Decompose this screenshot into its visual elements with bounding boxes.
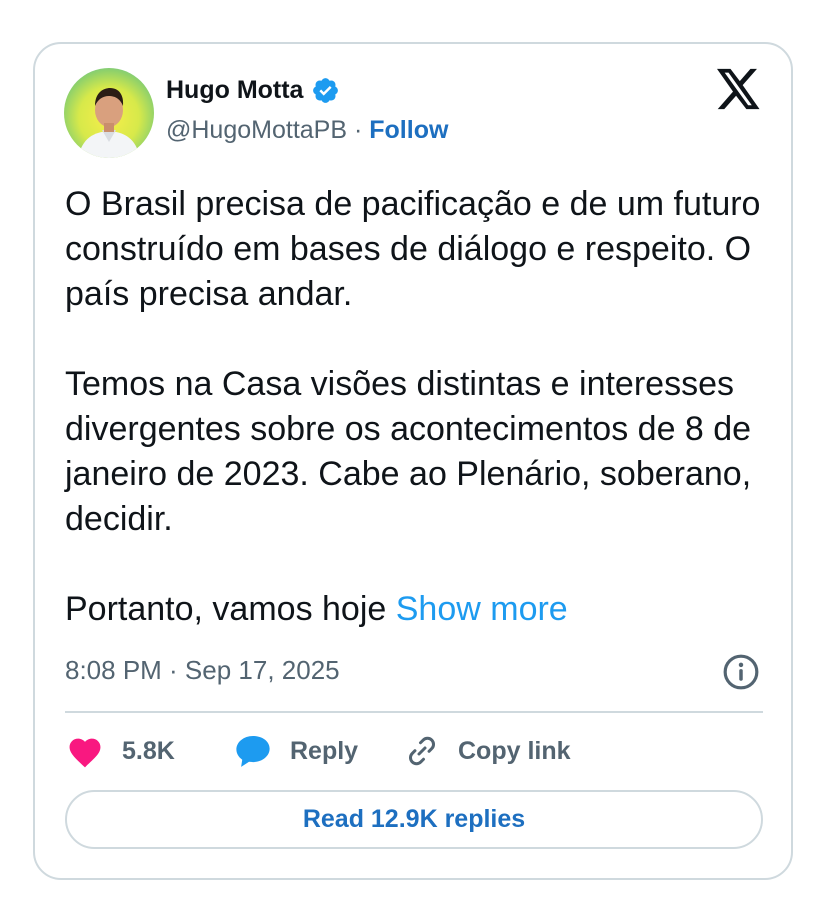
author-name-row[interactable]: Hugo Motta xyxy=(166,76,340,105)
heart-icon xyxy=(69,738,101,768)
author-name[interactable]: Hugo Motta xyxy=(166,76,303,105)
like-count: 5.8K xyxy=(122,736,175,765)
tweet-timestamp[interactable]: 8:08 PM · Sep 17, 2025 xyxy=(65,655,340,686)
reply-button[interactable]: Reply xyxy=(234,728,358,774)
tweet-paragraph-1: O Brasil precisa de pacificação e de um … xyxy=(65,185,761,313)
verified-badge-icon xyxy=(313,78,339,103)
copy-link-button[interactable]: Copy link xyxy=(404,728,571,774)
reply-bubble-icon xyxy=(236,735,270,767)
tweet-paragraph-2: Temos na Casa visões distintas e interes… xyxy=(65,365,752,538)
read-replies-button[interactable]: Read 12.9K replies xyxy=(65,790,763,849)
divider xyxy=(65,711,763,713)
avatar[interactable] xyxy=(64,68,154,158)
info-icon[interactable] xyxy=(722,653,760,691)
x-logo-icon[interactable] xyxy=(717,68,761,110)
follow-button[interactable]: Follow xyxy=(369,116,448,144)
copy-link-label: Copy link xyxy=(458,736,571,765)
author-handle[interactable]: @HugoMottaPB xyxy=(166,116,347,144)
handle-separator: · xyxy=(353,116,363,144)
reply-label: Reply xyxy=(290,736,359,765)
tweet-paragraph-3: Portanto, vamos hoje xyxy=(65,590,387,628)
link-icon xyxy=(409,736,435,766)
avatar-portrait xyxy=(78,88,140,158)
show-more-link[interactable]: Show more xyxy=(396,590,568,628)
like-button[interactable]: 5.8K xyxy=(66,728,175,774)
author-handle-row: @HugoMottaPB · Follow xyxy=(166,116,448,145)
tweet-text: O Brasil precisa de pacificação e de um … xyxy=(65,182,765,632)
